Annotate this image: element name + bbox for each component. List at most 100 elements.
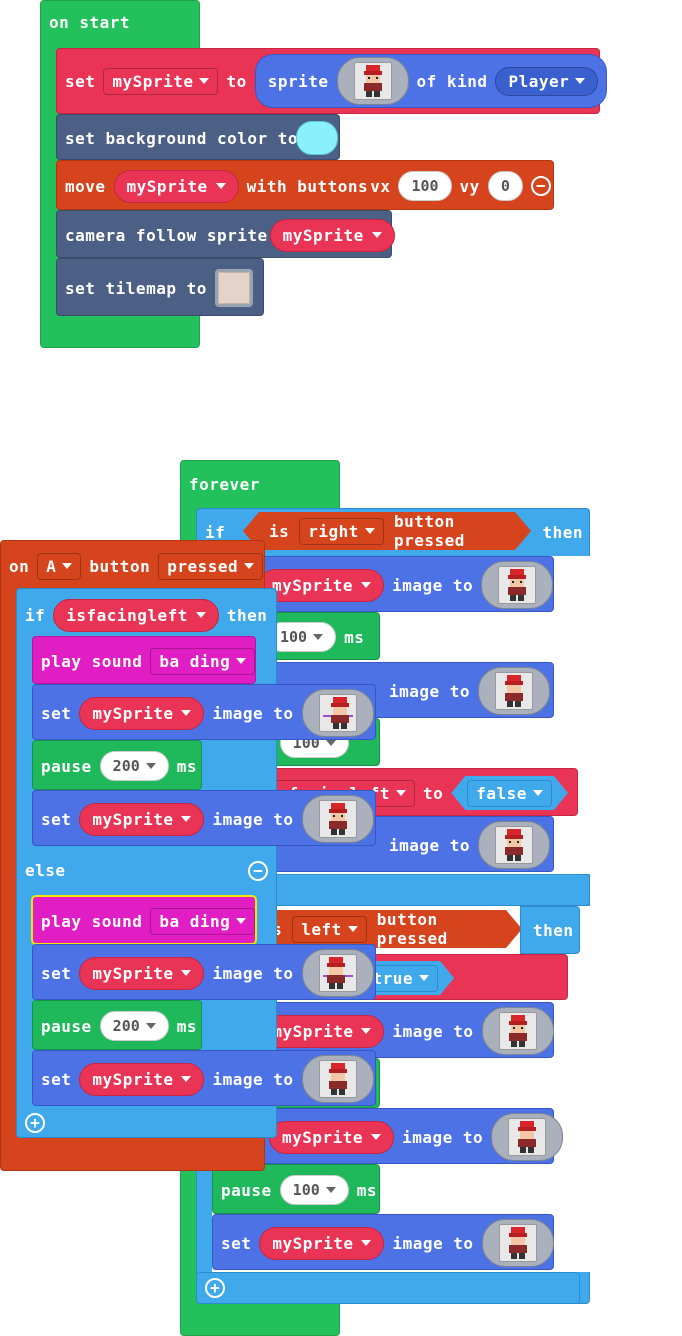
button-dropdown[interactable]: A [37,552,82,580]
set-label: set [41,809,72,829]
set-label: set [41,1069,72,1089]
variable-reporter[interactable]: mySprite [259,1014,385,1048]
is-left-button-pressed[interactable]: is left button pressed [236,910,522,948]
variable-name: mySprite [92,703,174,723]
kind-dropdown[interactable]: Player [495,66,599,96]
variable-reporter[interactable]: mySprite [259,1226,385,1260]
pause-input[interactable]: 200 [99,751,169,781]
pause-block[interactable]: pause 200 ms [32,740,202,790]
else-if-tail: then [520,906,580,954]
sprite-attack-icon [322,697,353,729]
variable-reporter[interactable]: mySprite [113,169,239,203]
camera-follow-block[interactable]: camera follow sprite mySprite [56,210,395,258]
sprite-character-icon [505,675,524,707]
set-label: set [65,71,96,91]
image-slot[interactable] [301,795,374,843]
pause-block[interactable]: pause 200 ms [32,1000,202,1050]
set-background-color-label: set background color to [65,128,299,148]
set-image-block[interactable]: set mySprite image to [32,944,376,1000]
variable-name: mySprite [112,71,194,91]
is-right-button-pressed[interactable]: is right button pressed [243,512,531,550]
button-dropdown[interactable]: right [299,518,384,545]
ms-label: ms [176,1016,198,1036]
play-sound-block-selected[interactable]: play sound ba ding [31,895,257,945]
dropdown-arrow-icon [313,634,324,640]
background-color-swatch[interactable] [296,121,339,155]
image-slot[interactable] [491,1113,564,1161]
create-sprite-reporter[interactable]: sprite of kind Player [254,54,608,108]
set-image-block[interactable]: set mySprite image to [32,1050,376,1106]
play-sound-label: play sound [41,911,143,931]
sound-dropdown[interactable]: ba ding [150,647,256,675]
pause-input[interactable]: 100 [267,622,337,652]
variable-name: mySprite [272,1233,354,1253]
dropdown-arrow-icon [361,1240,372,1246]
condition-variable[interactable]: isfacingleft [53,598,219,632]
of-kind-label: of kind [416,71,488,91]
sprite-character-icon [508,1227,527,1259]
camera-follow-label: camera follow sprite [65,225,268,245]
false-dropdown[interactable]: false [467,780,552,807]
play-sound-block[interactable]: play sound ba ding [32,636,256,684]
ms-label: ms [356,1180,378,1200]
set-image-block[interactable]: set mySprite image to [32,684,376,740]
minus-circle-icon[interactable]: − [530,176,551,196]
set-label: set [41,963,72,983]
plus-circle-icon[interactable]: + [25,1113,45,1133]
image-slot[interactable] [481,561,554,609]
button-dropdown[interactable]: left [292,916,367,943]
button-value: A [46,556,57,576]
pause-block[interactable]: pause 100 ms [212,1164,380,1214]
plus-circle-icon[interactable]: + [205,1278,225,1298]
variable-reporter[interactable]: mySprite [79,802,205,836]
variable-dropdown[interactable]: mySprite [103,67,219,95]
image-slot[interactable] [301,689,374,737]
pause-input[interactable]: 100 [279,1175,349,1205]
with-buttons-label: with buttons [246,176,369,196]
dropdown-arrow-icon [371,1134,382,1140]
set-image-block[interactable]: set mySprite image to [212,1214,554,1270]
variable-reporter[interactable]: mySprite [269,218,395,252]
variable-name: mySprite [282,1127,364,1147]
sprite-image-slot[interactable] [336,57,409,105]
sprite-attack-icon [322,957,353,989]
image-slot[interactable] [301,949,374,997]
variable-reporter[interactable]: mySprite [259,568,385,602]
vy-input[interactable]: 0 [487,171,523,201]
sprite-character-icon [505,829,524,861]
minus-circle-icon[interactable]: − [248,861,268,881]
set-image-block[interactable]: set mySprite image to [32,790,376,846]
move-with-buttons-block[interactable]: move mySprite with buttons vx 100 vy 0 − [56,160,554,210]
set-tilemap-block[interactable]: set tilemap to [56,258,264,316]
set-label: set [221,1233,252,1253]
image-slot[interactable] [481,1219,554,1267]
vx-input[interactable]: 100 [398,171,452,201]
event-value: pressed [167,556,239,576]
set-background-color-block[interactable]: set background color to [56,114,340,160]
play-sound-label: play sound [41,651,143,671]
image-slot[interactable] [481,1007,554,1055]
event-dropdown[interactable]: pressed [158,552,264,580]
on-start-label: on start [49,13,131,32]
dropdown-arrow-icon [325,740,336,746]
variable-reporter[interactable]: mySprite [79,1062,205,1096]
image-slot[interactable] [301,1055,374,1103]
move-label: move [65,176,106,196]
sound-dropdown[interactable]: ba ding [150,907,256,935]
variable-reporter[interactable]: mySprite [79,956,205,990]
image-slot[interactable] [478,667,551,715]
set-sprite-block[interactable]: set mySprite to sprite of kind Player [56,48,608,114]
dropdown-arrow-icon [145,763,156,769]
image-slot[interactable] [478,821,551,869]
variable-name: mySprite [92,1069,174,1089]
pause-input[interactable]: 200 [99,1011,169,1041]
false-boolean[interactable]: false [451,776,568,810]
variable-reporter[interactable]: mySprite [269,1120,395,1154]
variable-reporter[interactable]: mySprite [79,696,205,730]
tilemap-slot[interactable] [214,269,253,307]
sprite-character-icon [508,1015,527,1047]
button-label: button [89,556,151,576]
image-to-label: image to [392,1021,474,1041]
button-pressed-label: button pressed [393,512,465,550]
set-label: set [41,703,72,723]
